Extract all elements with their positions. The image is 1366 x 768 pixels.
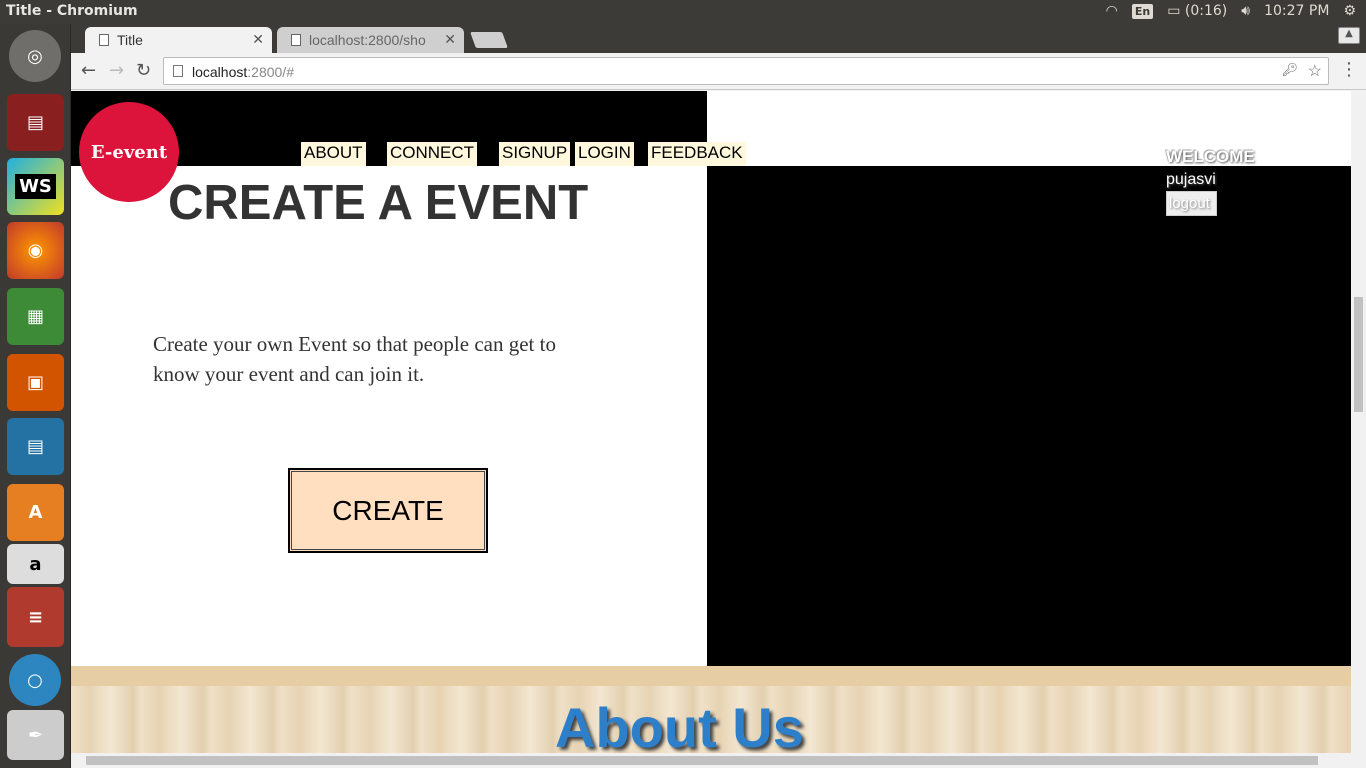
tab-localhost[interactable]: localhost:2800/sho ✕ bbox=[277, 27, 464, 53]
wifi-icon[interactable]: ◠ bbox=[1106, 3, 1118, 19]
nav-signup[interactable]: SIGNUP bbox=[499, 142, 571, 166]
page-title: CREATE A EVENT bbox=[168, 176, 589, 230]
hero-black-panel bbox=[707, 166, 1351, 666]
menu-icon[interactable]: ⋮ bbox=[1340, 59, 1358, 80]
nav-about[interactable]: ABOUT bbox=[301, 142, 366, 166]
about-heading: About Us bbox=[555, 696, 804, 753]
spreadsheet-icon[interactable]: ▦ bbox=[7, 288, 64, 345]
webstorm-icon[interactable]: WS bbox=[7, 158, 64, 215]
browser-toolbar: ← → ↻ localhost:2800/# 🔑︎ ☆ ⋮ bbox=[71, 53, 1366, 90]
clock[interactable]: 10:27 PM bbox=[1264, 3, 1329, 19]
document-icon[interactable]: ▤ bbox=[7, 418, 64, 475]
new-tab-button[interactable] bbox=[470, 32, 508, 48]
firefox-icon[interactable]: ◉ bbox=[7, 222, 64, 279]
url-host: localhost bbox=[192, 64, 248, 80]
vertical-scrollbar[interactable] bbox=[1351, 91, 1366, 768]
horizontal-scrollbar[interactable] bbox=[71, 753, 1351, 768]
vertical-scroll-thumb[interactable] bbox=[1354, 297, 1363, 412]
create-button[interactable]: CREATE bbox=[288, 468, 488, 553]
page-icon bbox=[291, 34, 301, 46]
forward-icon[interactable]: → bbox=[109, 60, 124, 81]
nav-login[interactable]: LOGIN bbox=[575, 142, 634, 166]
address-bar[interactable]: localhost:2800/# 🔑︎ ☆ bbox=[163, 57, 1329, 85]
page-viewport: E-event ABOUT CONNECT SIGNUP LOGIN FEEDB… bbox=[71, 91, 1351, 753]
software-center-icon[interactable]: A bbox=[7, 484, 64, 541]
username: pujasvi bbox=[1166, 171, 1216, 188]
ubuntu-top-panel: Title - Chromium ◠ En ▭ (0:16) 🔊︎ 10:27 … bbox=[0, 0, 1366, 24]
presentation-icon[interactable]: ▣ bbox=[7, 354, 64, 411]
tab-strip: Title ✕ localhost:2800/sho ✕ ▲ bbox=[71, 24, 1366, 53]
page-info-icon[interactable] bbox=[173, 65, 183, 77]
tab-title[interactable]: Title ✕ bbox=[85, 27, 272, 53]
close-tab-icon[interactable]: ✕ bbox=[444, 31, 456, 48]
battery-time: (0:16) bbox=[1184, 3, 1228, 19]
back-icon[interactable]: ← bbox=[81, 60, 96, 81]
keyboard-layout-indicator[interactable]: En bbox=[1131, 3, 1154, 19]
tab-label: Title bbox=[117, 32, 143, 48]
ubuntu-launcher: ◎ ▤ WS ◉ ▦ ▣ ▤ A a ≡ ○ ✒ bbox=[0, 24, 71, 768]
nav-connect[interactable]: CONNECT bbox=[387, 142, 478, 166]
amazon-icon[interactable]: a bbox=[7, 544, 64, 584]
page-icon bbox=[99, 34, 109, 46]
system-tools-icon[interactable]: ✒ bbox=[7, 710, 64, 760]
gear-icon[interactable]: ⚙ bbox=[1343, 3, 1356, 19]
close-tab-icon[interactable]: ✕ bbox=[252, 31, 264, 48]
horizontal-scroll-thumb[interactable] bbox=[86, 756, 1318, 765]
url-path: :2800/# bbox=[247, 64, 294, 80]
bookmark-star-icon[interactable]: ☆ bbox=[1308, 61, 1322, 81]
browser-window: Title ✕ localhost:2800/sho ✕ ▲ ← → ↻ loc… bbox=[71, 24, 1366, 768]
create-description: Create your own Event so that people can… bbox=[153, 332, 556, 386]
chromium-icon[interactable]: ○ bbox=[9, 654, 61, 706]
reload-icon[interactable]: ↻ bbox=[136, 60, 151, 81]
logout-button[interactable]: logout bbox=[1166, 191, 1217, 216]
nav-feedback[interactable]: FEEDBACK bbox=[648, 142, 746, 166]
tab-label: localhost:2800/sho bbox=[309, 32, 426, 48]
system-tray: ◠ En ▭ (0:16) 🔊︎ 10:27 PM ⚙ bbox=[1106, 3, 1356, 19]
battery-indicator[interactable]: ▭ (0:16) bbox=[1167, 3, 1227, 19]
ubuntu-dash-icon[interactable]: ◎ bbox=[9, 30, 61, 82]
window-title: Title - Chromium bbox=[6, 3, 138, 19]
welcome-text: WELCOME bbox=[1166, 147, 1255, 166]
profile-icon[interactable]: ▲ bbox=[1338, 27, 1360, 44]
key-icon[interactable]: 🔑︎ bbox=[1281, 62, 1298, 78]
about-section-top-strip bbox=[71, 666, 1351, 686]
logo-text: E-event bbox=[90, 141, 168, 163]
files-icon[interactable]: ▤ bbox=[7, 94, 64, 151]
webstorm-label: WS bbox=[15, 174, 56, 199]
app-stack-icon[interactable]: ≡ bbox=[7, 587, 64, 647]
volume-icon[interactable]: 🔊︎ bbox=[1241, 3, 1250, 19]
site-logo[interactable]: E-event bbox=[79, 102, 179, 202]
